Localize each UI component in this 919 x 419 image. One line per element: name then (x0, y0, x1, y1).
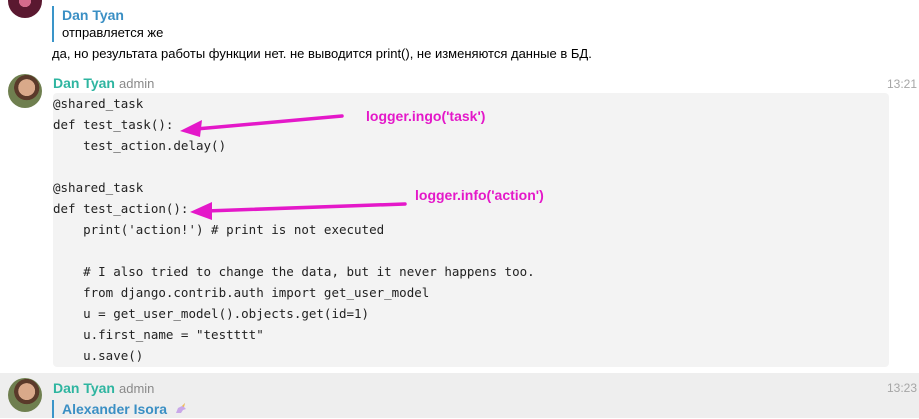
reply-author: Dan Tyan (62, 7, 124, 23)
reply-text: отправляется же (62, 25, 164, 40)
code-line: @shared_task (53, 96, 144, 111)
annotation-action: logger.info('action') (415, 187, 544, 203)
code-line: u.first_name = "testttt" (53, 327, 264, 342)
reply-author: Alexander Isora (62, 400, 188, 418)
message-time: 13:21 (886, 77, 917, 91)
reply-author-name: Alexander Isora (62, 401, 168, 417)
author-row: Dan Tyan admin (53, 379, 154, 398)
reply-quote[interactable]: Alexander Isora (52, 400, 188, 418)
author-role: admin (118, 76, 155, 91)
message-text: да, но результата работы функции нет. не… (52, 46, 592, 61)
avatar[interactable] (8, 378, 42, 412)
author-role: admin (118, 381, 155, 396)
code-block: @shared_task def test_task(): test_actio… (53, 93, 889, 367)
code-line: print('action!') # print is not executed (53, 222, 385, 237)
code-line: u = get_user_model().objects.get(id=1) (53, 306, 370, 321)
message-time: 13:23 (886, 381, 917, 395)
code-line: @shared_task (53, 180, 144, 195)
code-line: from django.contrib.auth import get_user… (53, 285, 430, 300)
avatar[interactable] (8, 74, 42, 108)
author-name[interactable]: Dan Tyan (53, 380, 115, 396)
code-line: u.save() (53, 348, 144, 363)
code-line: # I also tried to change the data, but i… (53, 264, 535, 279)
avatar[interactable] (8, 0, 42, 18)
reply-quote[interactable]: Dan Tyan отправляется же (52, 6, 163, 42)
code-line: def test_task(): (53, 117, 174, 132)
author-row: Dan Tyan admin (53, 74, 154, 93)
author-name[interactable]: Dan Tyan (53, 75, 115, 91)
code-line: test_action.delay() (53, 138, 227, 153)
code-line: def test_action(): (53, 201, 189, 216)
unicorn-icon (174, 401, 188, 413)
annotation-task: logger.ingo('task') (366, 108, 486, 124)
